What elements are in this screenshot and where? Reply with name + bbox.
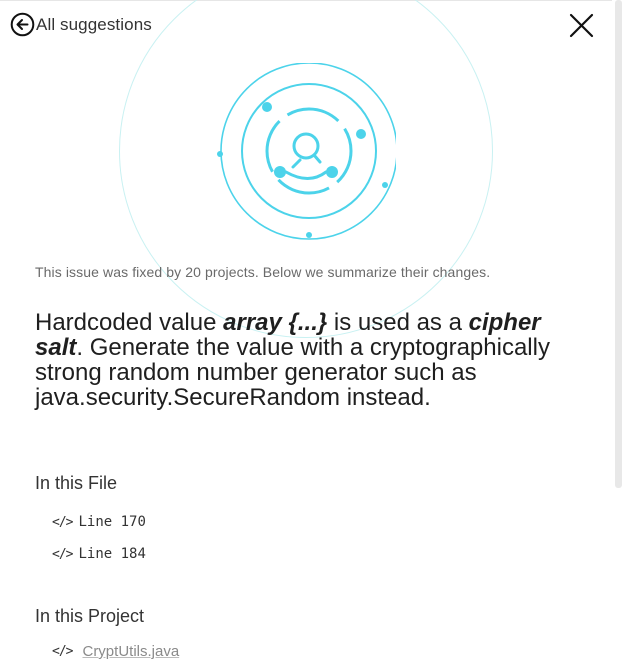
- issue-hardcoded-value: array {...}: [223, 309, 328, 336]
- back-link-label: All suggestions: [36, 14, 152, 34]
- code-icon: </>: [52, 514, 74, 530]
- file-line-label: Line 170: [78, 514, 146, 530]
- issue-title: Hardcoded value array {...} is used as a…: [35, 310, 595, 410]
- issue-text-part3: . Generate the value with a cryptographi…: [35, 334, 550, 411]
- file-line-link[interactable]: </> Line 184: [52, 546, 146, 562]
- back-to-suggestions-link[interactable]: All suggestions: [10, 12, 152, 37]
- code-icon: </>: [52, 546, 74, 562]
- suggestion-panel: All suggestions This issue was fixed by …: [0, 0, 622, 659]
- scrollbar[interactable]: [615, 0, 622, 488]
- issue-text-part2: is used as a: [327, 309, 469, 336]
- in-this-project-heading: In this Project: [35, 606, 145, 626]
- file-line-label: Line 184: [78, 546, 146, 562]
- project-file-link[interactable]: </> CryptUtils.java: [52, 643, 179, 659]
- project-file-label: CryptUtils.java: [82, 643, 180, 659]
- file-line-link[interactable]: </> Line 170: [52, 514, 146, 530]
- in-this-file-heading: In this File: [35, 473, 118, 493]
- fix-summary-note: This issue was fixed by 20 projects. Bel…: [35, 264, 491, 280]
- close-icon[interactable]: [568, 12, 595, 39]
- search-network-illustration: [217, 63, 396, 240]
- arrow-left-circle-icon: [10, 12, 35, 37]
- issue-text-part1: Hardcoded value: [35, 309, 224, 336]
- code-icon: </>: [52, 644, 74, 659]
